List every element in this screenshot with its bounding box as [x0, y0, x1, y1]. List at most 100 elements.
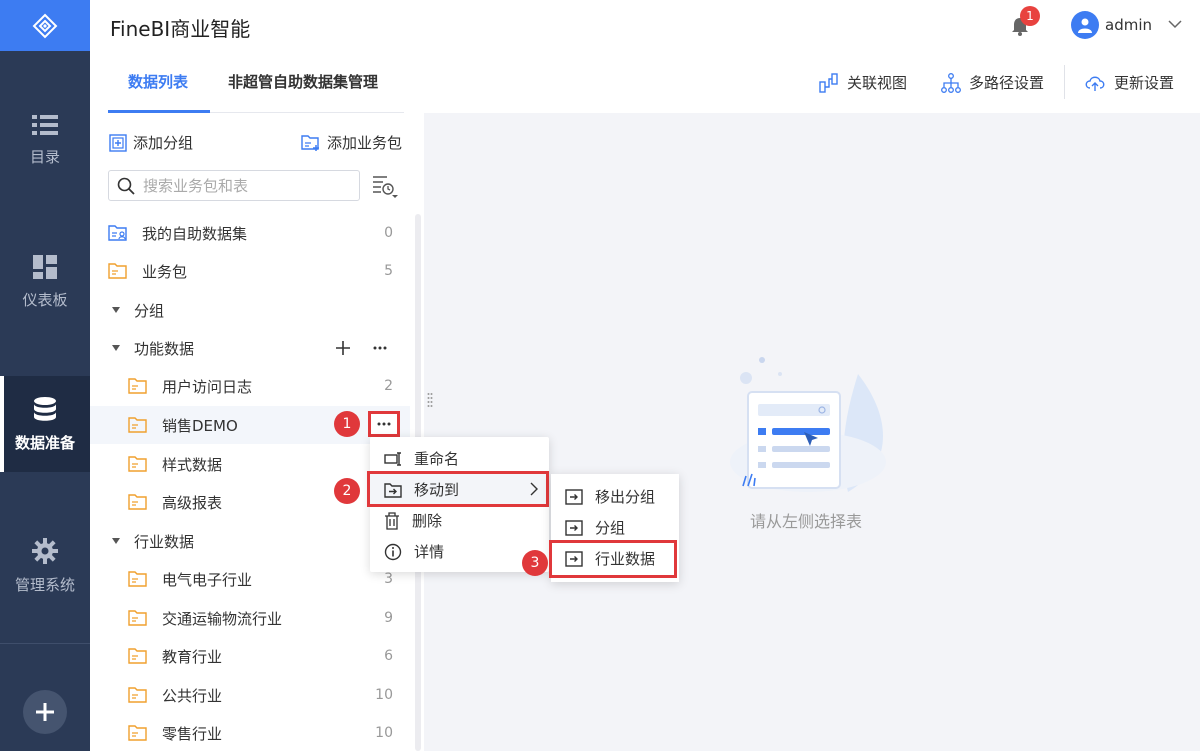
- tree-label: 公共行业: [162, 686, 223, 705]
- tree-label: 电气电子行业: [162, 570, 253, 589]
- info-icon: [384, 543, 402, 560]
- tree-label: 行业数据: [134, 532, 195, 551]
- username[interactable]: admin: [1105, 16, 1152, 34]
- data-list-panel: 数据列表 非超管自助数据集管理 添加分组 添加业务包 搜索业务包和表 我的自助数…: [90, 51, 424, 751]
- drag-handle-icon[interactable]: [427, 392, 433, 410]
- add-group-button[interactable]: 添加分组: [109, 132, 193, 153]
- tree-label: 我的自助数据集: [142, 224, 248, 243]
- update-settings-button[interactable]: 更新设置: [1084, 72, 1174, 93]
- menu-label: 详情: [414, 543, 445, 561]
- tree-item-retail[interactable]: 零售行业 10: [90, 714, 410, 751]
- step-badge-3: 3: [522, 550, 548, 576]
- highlight-industry: [549, 540, 677, 578]
- nav-item-data-prep[interactable]: 数据准备: [0, 376, 90, 472]
- move-out-icon: [565, 488, 583, 505]
- nav-item-catalog[interactable]: 目录: [0, 92, 90, 188]
- top-header: FineBI商业智能 1 admin: [90, 0, 1200, 51]
- submenu-item-move-out[interactable]: 移出分组: [551, 481, 679, 512]
- folder-icon: [108, 263, 127, 279]
- avatar[interactable]: [1071, 11, 1099, 39]
- menu-item-delete[interactable]: 删除: [370, 505, 549, 536]
- tree-item-sales-demo[interactable]: 销售DEMO: [90, 406, 410, 444]
- row-more-button[interactable]: [368, 411, 400, 437]
- hierarchy-icon: [941, 72, 961, 93]
- nav-label-admin: 管理系统: [14, 575, 75, 594]
- sort-filter-icon[interactable]: [372, 174, 398, 198]
- folder-icon: [128, 494, 147, 510]
- tab-bar: 数据列表 非超管自助数据集管理: [108, 51, 404, 113]
- add-icon[interactable]: [335, 340, 351, 356]
- folder-icon: [128, 456, 147, 472]
- tree-item-transport[interactable]: 交通运输物流行业 9: [90, 599, 410, 637]
- plus-icon: [36, 703, 54, 721]
- nav-add-button[interactable]: [23, 690, 67, 734]
- tree-label: 样式数据: [162, 455, 223, 474]
- tree-item-electrical[interactable]: 电气电子行业 3: [90, 560, 410, 598]
- caret-down-icon[interactable]: [112, 345, 120, 351]
- tree-count: 10: [375, 687, 393, 703]
- submenu-label: 分组: [595, 519, 626, 537]
- main-toolbar: 关联视图 多路径设置 更新设置: [424, 51, 1200, 113]
- add-package-icon: [301, 134, 319, 151]
- tree-item-my-datasets[interactable]: 我的自助数据集 0: [90, 214, 410, 252]
- tree-count: 0: [384, 225, 393, 241]
- tree-count: 3: [384, 571, 393, 587]
- nav-item-dashboard[interactable]: 仪表板: [0, 234, 90, 330]
- nav-label-dashboard: 仪表板: [22, 290, 68, 309]
- user-icon: [1078, 18, 1092, 33]
- nav-label-data-prep: 数据准备: [14, 433, 75, 452]
- tree-label: 业务包: [142, 262, 188, 281]
- app-title: FineBI商业智能: [110, 17, 251, 41]
- tree-item-style-data[interactable]: 样式数据: [90, 445, 410, 483]
- more-icon: [377, 422, 391, 426]
- app-logo[interactable]: [0, 0, 90, 51]
- tree-item-education[interactable]: 教育行业 6: [90, 637, 410, 675]
- tree-label: 零售行业: [162, 724, 223, 743]
- nav-label-catalog: 目录: [29, 147, 60, 166]
- relation-view-button[interactable]: 关联视图: [819, 72, 907, 93]
- tree-count: 2: [384, 378, 393, 394]
- dashboard-icon: [33, 254, 57, 279]
- tab-data-list[interactable]: 数据列表: [128, 71, 188, 92]
- folder-icon: [128, 648, 147, 664]
- tree-label: 销售DEMO: [162, 416, 238, 435]
- tree-label: 分组: [134, 301, 165, 320]
- multipath-button[interactable]: 多路径设置: [941, 72, 1044, 93]
- tree-count: 10: [375, 725, 393, 741]
- tree-label: 交通运输物流行业: [162, 609, 283, 628]
- caret-down-icon[interactable]: [112, 307, 120, 313]
- tree-count: 6: [384, 648, 393, 664]
- tree-group-func[interactable]: 功能数据: [90, 329, 410, 367]
- tree-item-public[interactable]: 公共行业 10: [90, 676, 410, 714]
- search-input[interactable]: [143, 176, 343, 195]
- tree-item-packages[interactable]: 业务包 5: [90, 252, 410, 290]
- nav-item-admin[interactable]: 管理系统: [0, 518, 90, 614]
- folder-icon: [128, 687, 147, 703]
- menu-item-rename[interactable]: 重命名: [370, 443, 549, 474]
- tree-item-advanced-report[interactable]: 高级报表: [90, 483, 410, 521]
- add-group-icon: [109, 133, 127, 152]
- self-dataset-icon: [108, 225, 127, 241]
- submenu-item-group[interactable]: 分组: [551, 512, 679, 543]
- logo-icon: [32, 13, 58, 38]
- more-icon[interactable]: [373, 346, 387, 350]
- toolbar-divider: [1064, 65, 1065, 99]
- caret-down-icon[interactable]: [112, 538, 120, 544]
- tree-count: 9: [384, 610, 393, 626]
- tree-count: 5: [384, 263, 393, 279]
- folder-icon: [128, 725, 147, 741]
- tab-self-dataset-admin[interactable]: 非超管自助数据集管理: [228, 71, 378, 92]
- folder-icon: [128, 417, 147, 433]
- tab-active-indicator: [108, 110, 210, 113]
- multipath-label: 多路径设置: [969, 74, 1045, 92]
- tree-label: 教育行业: [162, 647, 223, 666]
- tree-group-root[interactable]: 分组: [90, 291, 410, 329]
- add-package-button[interactable]: 添加业务包: [301, 132, 402, 153]
- tree-label: 用户访问日志: [162, 377, 253, 396]
- chevron-down-icon[interactable]: [1168, 17, 1182, 31]
- tree-item-user-log[interactable]: 用户访问日志 2: [90, 367, 410, 405]
- tree-group-industry[interactable]: 行业数据: [90, 522, 410, 560]
- folder-icon: [128, 378, 147, 394]
- move-in-icon: [565, 519, 583, 536]
- add-group-label: 添加分组: [133, 134, 194, 152]
